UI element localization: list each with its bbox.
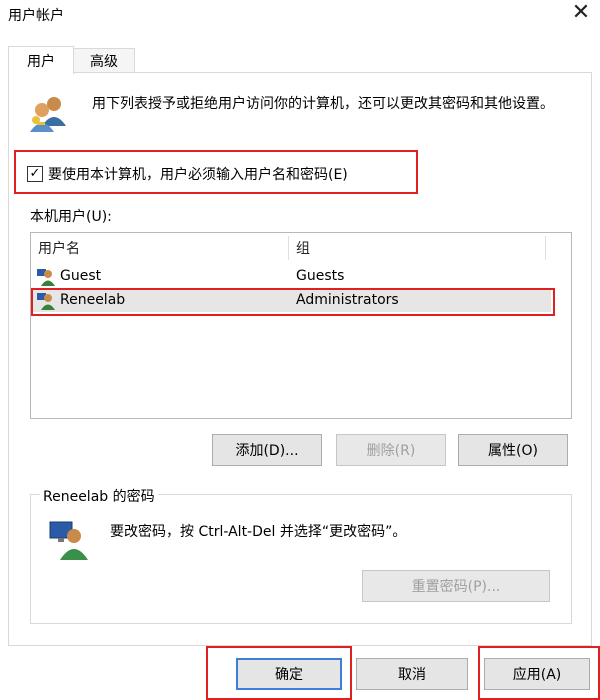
close-icon[interactable]: ✕ xyxy=(571,2,591,24)
cancel-button[interactable]: 取消 xyxy=(356,658,468,690)
user-computer-icon xyxy=(48,520,90,560)
highlight-selected-user xyxy=(31,288,555,316)
tab-users[interactable]: 用户 xyxy=(8,46,74,74)
require-password-label: 要使用本计算机，用户必须输入用户名和密码(E) xyxy=(48,167,348,183)
tab-advanced-label: 高级 xyxy=(90,54,118,70)
users-list[interactable] xyxy=(30,232,572,419)
highlight-ok xyxy=(206,646,352,700)
table-row[interactable]: Guest Guests xyxy=(31,266,551,288)
tab-users-label: 用户 xyxy=(27,53,55,70)
local-users-label: 本机用户(U): xyxy=(30,209,112,225)
highlight-apply xyxy=(478,646,600,700)
column-divider[interactable] xyxy=(545,236,546,260)
reset-password-button[interactable]: 重置密码(P)... xyxy=(362,570,550,602)
require-password-checkbox[interactable]: ✓ xyxy=(27,166,43,182)
column-divider[interactable] xyxy=(288,236,289,260)
tab-advanced[interactable]: 高级 xyxy=(73,48,135,73)
user-name: Guest xyxy=(60,268,102,284)
password-group xyxy=(30,494,572,624)
title-bar: 用户帐户 ✕ xyxy=(0,0,600,30)
users-icon xyxy=(28,94,72,134)
column-header-username[interactable]: 用户名 xyxy=(38,238,80,258)
intro-text: 用下列表授予或拒绝用户访问你的计算机，还可以更改其密码和其他设置。 xyxy=(92,96,554,112)
add-user-button[interactable]: 添加(D)... xyxy=(212,434,322,466)
password-group-title: Reneelab 的密码 xyxy=(40,486,158,506)
password-instructions: 要改密码，按 Ctrl-Alt-Del 并选择“更改密码”。 xyxy=(110,524,407,540)
column-header-group[interactable]: 组 xyxy=(296,238,310,258)
user-group: Guests xyxy=(296,268,345,284)
properties-button[interactable]: 属性(O) xyxy=(458,434,568,466)
user-icon xyxy=(37,268,55,286)
remove-user-button[interactable]: 删除(R) xyxy=(336,434,446,466)
window-title: 用户帐户 xyxy=(8,8,64,24)
